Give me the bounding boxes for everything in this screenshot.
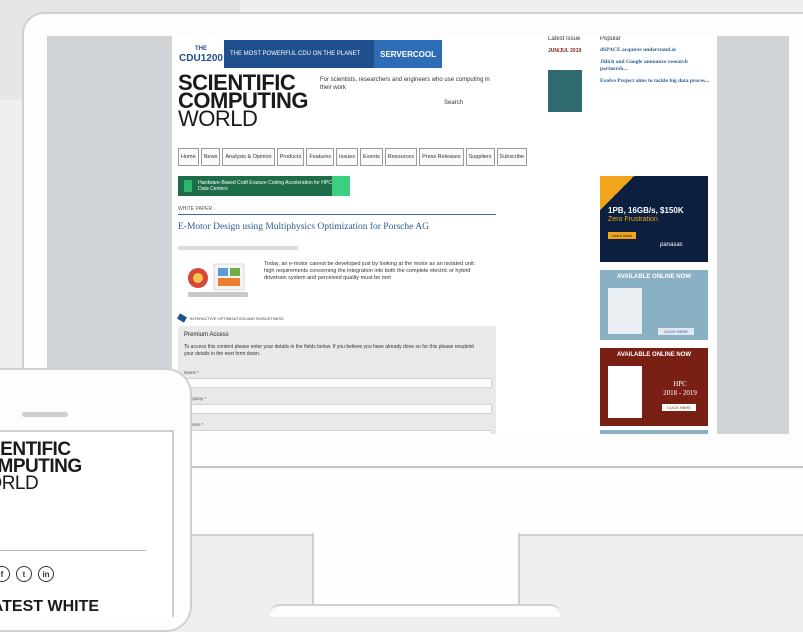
site-tagline: For scientists, researchers and engineer… bbox=[320, 77, 490, 91]
magazine-ad-red[interactable]: AVAILABLE ONLINE NOW HPC 2018 - 2019 CLI… bbox=[600, 348, 708, 426]
ad-square-icon bbox=[184, 180, 193, 192]
phone-logo[interactable]: SCIENTIFIC COMPUTING WORLD bbox=[0, 440, 82, 494]
banner-brand: SERVERCOOL bbox=[374, 40, 442, 68]
banner-product-name: CDU1200 bbox=[179, 53, 223, 64]
hpc-label: HPC bbox=[673, 380, 687, 388]
phone-heading-text: LATEST WHITE bbox=[0, 598, 100, 615]
ad-title: AVAILABLE ONLINE NOW bbox=[616, 352, 692, 358]
company-field[interactable] bbox=[184, 404, 492, 414]
name-label: Name * bbox=[184, 370, 200, 375]
nav-item-subscribe[interactable]: Subscribe bbox=[496, 148, 528, 166]
hpc-title: HPC 2018 - 2019 bbox=[660, 380, 700, 398]
site-logo[interactable]: SCIENTIFIC COMPUTING WORLD bbox=[178, 72, 308, 130]
click-here-button[interactable]: CLICK HERE bbox=[658, 328, 694, 335]
magazine-ad-blue[interactable]: AVAILABLE ONLINE NOW CLICK HERE bbox=[600, 270, 708, 340]
ad-headline: 1PB, 16GB/s, $150K bbox=[608, 206, 684, 215]
click-here-button[interactable]: CLICK HERE bbox=[662, 404, 696, 411]
nav-item-products[interactable]: Products bbox=[276, 148, 305, 166]
popular-item[interactable]: Evolve Project aims to tackle big data p… bbox=[600, 78, 710, 85]
article-tab-bar: INTERACTIVE OPTIMIZATION AND ROBUSTNESS bbox=[177, 313, 496, 323]
partial-ad bbox=[600, 430, 708, 434]
form-intro: To access this content please enter your… bbox=[184, 344, 474, 357]
ad-subheadline: Zero Frustration bbox=[608, 216, 658, 223]
ad-corner-ribbon bbox=[600, 176, 634, 210]
green-ad[interactable]: Hardware-Based Craft Erasure Coding Acce… bbox=[178, 176, 350, 196]
phone-logo-line-3: WORLD bbox=[0, 473, 39, 494]
nav-item-news[interactable]: News bbox=[200, 148, 221, 166]
popular-item[interactable]: dSPACE acquires understand.ai bbox=[600, 47, 710, 54]
monitor-stand-base bbox=[270, 604, 560, 617]
ad-title: AVAILABLE ONLINE NOW bbox=[616, 274, 692, 280]
article-tab[interactable]: INTERACTIVE OPTIMIZATION AND ROBUSTNESS bbox=[190, 316, 284, 321]
click-here-label: CLICK HERE bbox=[663, 329, 688, 334]
nav-item-suppliers[interactable]: Suppliers bbox=[465, 148, 495, 166]
magazine-cover bbox=[608, 366, 642, 418]
phone-heading: LATEST WHITE bbox=[0, 598, 99, 616]
article-meta bbox=[178, 246, 298, 250]
nav-item-home[interactable]: Home bbox=[178, 148, 199, 166]
address-field[interactable] bbox=[184, 430, 492, 434]
ad-brand: panasas bbox=[660, 242, 683, 248]
issue-cover[interactable] bbox=[548, 70, 582, 112]
magazine-cover bbox=[608, 288, 642, 334]
phone-divider bbox=[0, 550, 146, 551]
monitor-stand bbox=[312, 533, 520, 615]
nav-item-resources[interactable]: Resources bbox=[384, 148, 418, 166]
top-banner-ad[interactable]: THE CDU1200 THE MOST POWERFUL CDU ON THE… bbox=[178, 40, 442, 68]
social-links: f t in bbox=[0, 566, 54, 582]
latest-issue-title: Latest Issue bbox=[548, 36, 581, 42]
linkedin-icon[interactable]: in bbox=[38, 566, 54, 582]
popular-item[interactable]: Jülich and Google announce research part… bbox=[600, 59, 710, 73]
banner-product: THE CDU1200 bbox=[178, 40, 224, 68]
phone-speaker bbox=[22, 412, 68, 417]
green-ad-text: Hardware-Based Craft Erasure Coding Acce… bbox=[198, 180, 332, 192]
hpc-years: 2018 - 2019 bbox=[663, 389, 697, 397]
tag-icon bbox=[177, 313, 187, 323]
panasas-ad[interactable]: 1PB, 16GB/s, $150K Zero Frustration Lear… bbox=[600, 176, 708, 262]
section-label: WHITE PAPER bbox=[178, 206, 213, 212]
nav-item-analysis[interactable]: Analysis & Opinion bbox=[222, 148, 275, 166]
nav-item-issues[interactable]: Issues bbox=[336, 148, 358, 166]
popular-title: Popular bbox=[600, 36, 621, 42]
twitter-icon[interactable]: t bbox=[16, 566, 32, 582]
latest-issue: Latest Issue JUN/JUL 2019 bbox=[548, 36, 588, 112]
banner-tagline: THE MOST POWERFUL CDU ON THE PLANET bbox=[230, 51, 361, 57]
popular-list: Popular dSPACE acquires understand.ai Jü… bbox=[600, 36, 710, 85]
main-nav: Home News Analysis & Opinion Products Fe… bbox=[178, 148, 538, 166]
nav-item-features[interactable]: Features bbox=[306, 148, 335, 166]
latest-issue-date[interactable]: JUN/JUL 2019 bbox=[548, 48, 588, 54]
ad-arrow-icon bbox=[332, 176, 350, 196]
premium-access-form: Premium Access To access this content pl… bbox=[178, 326, 496, 434]
search-link[interactable]: Search bbox=[444, 100, 463, 106]
facebook-icon[interactable]: f bbox=[0, 566, 10, 582]
nav-item-events[interactable]: Events bbox=[359, 148, 383, 166]
article-description: Today, an e-motor cannot be developed ju… bbox=[264, 261, 476, 281]
website: THE CDU1200 THE MOST POWERFUL CDU ON THE… bbox=[172, 36, 717, 434]
name-field[interactable] bbox=[184, 378, 492, 388]
monitor-chin bbox=[188, 466, 803, 468]
form-heading: Premium Access bbox=[184, 332, 229, 338]
article-thumbnail bbox=[188, 263, 248, 297]
nav-item-press[interactable]: Press Releases bbox=[419, 148, 464, 166]
section-divider bbox=[178, 214, 496, 215]
article-title[interactable]: E-Motor Design using Multiphysics Optimi… bbox=[178, 222, 429, 232]
learn-more-button[interactable]: Learn More bbox=[608, 232, 636, 239]
